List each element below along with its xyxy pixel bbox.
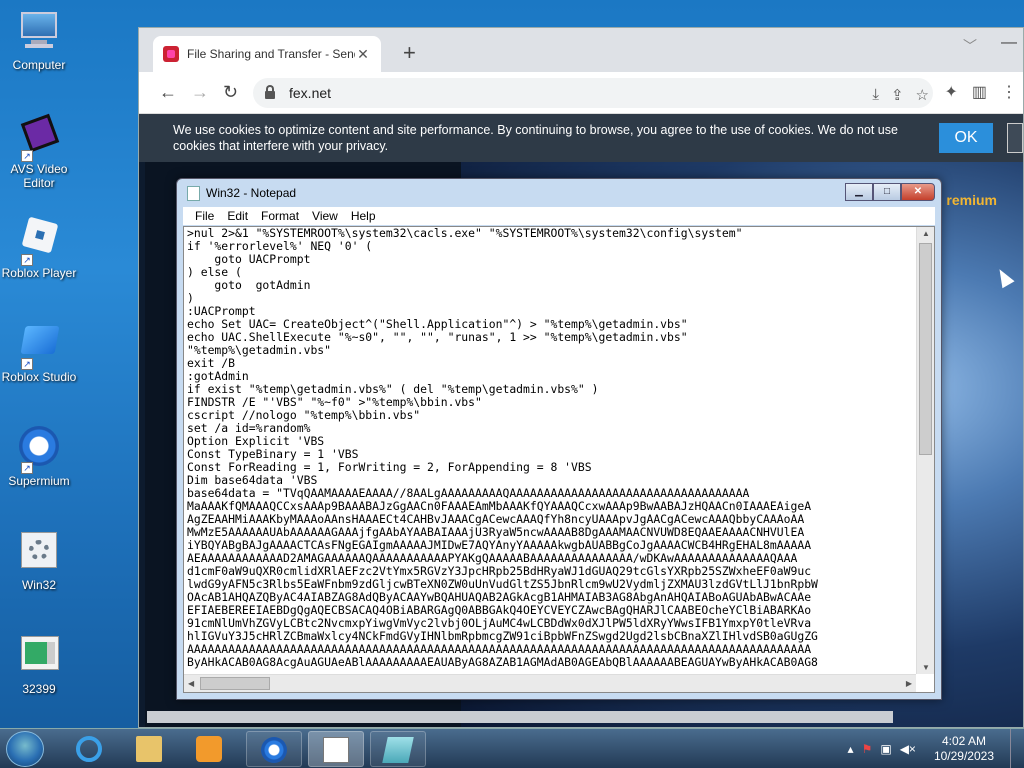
- tab-title: File Sharing and Transfer - Send: [187, 47, 355, 61]
- volume-icon[interactable]: ◀×: [900, 742, 916, 756]
- taskbar-media[interactable]: [182, 731, 238, 767]
- show-hidden-icons-icon[interactable]: ▴: [848, 742, 854, 756]
- lock-icon: [265, 85, 275, 99]
- show-desktop-button[interactable]: [1010, 729, 1024, 768]
- desktop-icon-roblox-player[interactable]: ↗ Roblox Player: [0, 216, 78, 280]
- notepad-title: Win32 - Notepad: [206, 186, 297, 200]
- cookie-banner: We use cookies to optimize content and s…: [139, 114, 1023, 162]
- desktop-icon-label: 32399: [22, 682, 56, 696]
- horizontal-scroll-thumb[interactable]: [200, 677, 270, 690]
- desktop-icon-avs-video-editor[interactable]: ↗ AVS Video Editor: [0, 113, 78, 190]
- scroll-left-arrow-icon[interactable]: ◀: [188, 679, 194, 688]
- notepad-icon: [187, 185, 200, 201]
- roblox-studio-icon: ↗: [17, 322, 61, 370]
- action-center-flag-icon[interactable]: ⚑: [862, 742, 873, 756]
- taskbar-paint[interactable]: [370, 731, 426, 767]
- shortcut-arrow-icon: ↗: [21, 150, 33, 162]
- maximize-button[interactable]: □: [873, 183, 901, 201]
- menu-file[interactable]: File: [189, 207, 221, 225]
- media-player-icon: [196, 736, 222, 762]
- share-icon[interactable]: ⇪: [891, 86, 904, 104]
- desktop-icon-roblox-studio[interactable]: ↗ Roblox Studio: [0, 322, 78, 384]
- start-button[interactable]: [6, 731, 44, 767]
- shortcut-arrow-icon: ↗: [21, 358, 33, 370]
- notepad-titlebar[interactable]: Win32 - Notepad: [177, 179, 941, 207]
- image-viewer-icon: [382, 737, 414, 763]
- scroll-right-arrow-icon[interactable]: ▶: [906, 679, 912, 688]
- desktop-icon-supermium[interactable]: ↗ Supermium: [0, 426, 78, 488]
- install-app-icon[interactable]: ⤓: [872, 86, 879, 104]
- bookmark-star-icon[interactable]: ☆: [916, 86, 929, 104]
- taskbar-supermium[interactable]: [246, 731, 302, 767]
- computer-icon: [17, 10, 61, 54]
- menu-kebab-icon[interactable]: ⋮: [1001, 82, 1017, 102]
- batch-file-gear-icon: [17, 530, 61, 574]
- desktop-icon-label: Roblox Player: [1, 266, 77, 280]
- system-tray: ▴ ⚑ ▣ ◀× 4:02 AM 10/29/2023: [848, 729, 994, 768]
- supermium-icon: [261, 737, 287, 763]
- tab-close-icon[interactable]: ✕: [355, 46, 371, 63]
- page-horizontal-scrollbar[interactable]: [147, 711, 893, 723]
- roblox-icon: ↗: [17, 216, 61, 266]
- fex-favicon-icon: [163, 46, 179, 62]
- horizontal-scrollbar[interactable]: ◀ ▶: [184, 674, 916, 692]
- desktop-icon-label: Win32: [21, 578, 56, 592]
- address-bar[interactable]: fex.net ⤓ ⇪ ☆: [253, 78, 933, 108]
- film-icon: ↗: [17, 113, 61, 162]
- desktop-icon-32399[interactable]: 32399: [0, 634, 78, 696]
- minimize-button[interactable]: ▁: [845, 183, 873, 201]
- taskbar-notepad[interactable]: [308, 731, 364, 767]
- extensions-puzzle-icon[interactable]: ✦: [944, 82, 957, 102]
- scroll-up-arrow-icon[interactable]: ▲: [922, 229, 930, 238]
- notepad-menubar: File Edit Format View Help: [183, 207, 935, 225]
- browser-tab[interactable]: File Sharing and Transfer - Send ✕: [153, 36, 381, 72]
- taskbar-ie[interactable]: [62, 731, 118, 767]
- side-panel-icon[interactable]: ▥: [972, 82, 987, 102]
- menu-format[interactable]: Format: [255, 207, 306, 225]
- cookie-text: We use cookies to optimize content and s…: [173, 123, 898, 153]
- shortcut-arrow-icon: ↗: [21, 462, 33, 474]
- desktop-icon-label: Roblox Studio: [1, 370, 77, 384]
- network-icon[interactable]: ▣: [880, 742, 891, 756]
- desktop-icon-label: Supermium: [8, 474, 70, 488]
- taskbar: ▴ ⚑ ▣ ◀× 4:02 AM 10/29/2023: [0, 728, 1024, 768]
- menu-help[interactable]: Help: [345, 207, 383, 225]
- notepad-edit-area[interactable]: >nul 2>&1 "%SYSTEMROOT%\system32\cacls.e…: [183, 226, 935, 693]
- page-brand-fragment: remium: [946, 192, 997, 208]
- desktop-icon-label: Computer: [12, 58, 66, 72]
- vertical-scroll-thumb[interactable]: [919, 243, 932, 455]
- supermium-icon: ↗: [17, 426, 61, 474]
- window-minimize-icon[interactable]: —: [1001, 34, 1017, 52]
- tab-strip: File Sharing and Transfer - Send ✕ + ﹀ —: [139, 28, 1023, 72]
- clock-date: 10/29/2023: [933, 749, 994, 763]
- scroll-down-arrow-icon[interactable]: ▼: [922, 663, 930, 672]
- cookie-close-button[interactable]: [1007, 123, 1023, 153]
- image-file-icon: [17, 634, 61, 678]
- tab-search-chevron-icon[interactable]: ﹀: [963, 36, 977, 56]
- shortcut-arrow-icon: ↗: [21, 254, 33, 266]
- notepad-text[interactable]: >nul 2>&1 "%SYSTEMROOT%\system32\cacls.e…: [187, 227, 912, 674]
- clock-time: 4:02 AM: [941, 734, 986, 748]
- menu-view[interactable]: View: [306, 207, 345, 225]
- notepad-icon: [323, 737, 349, 763]
- notepad-window: Win32 - Notepad ▁ □ ✕ File Edit Format V…: [176, 178, 942, 700]
- cookie-ok-button[interactable]: OK: [939, 123, 993, 153]
- new-tab-plus-icon[interactable]: +: [403, 40, 416, 66]
- url-text: fex.net: [289, 85, 332, 101]
- forward-arrow-icon[interactable]: →: [191, 82, 209, 103]
- clock[interactable]: 4:02 AM 10/29/2023: [934, 734, 994, 764]
- taskbar-explorer[interactable]: [122, 731, 178, 767]
- close-button[interactable]: ✕: [901, 183, 935, 201]
- reload-icon[interactable]: ↻: [223, 82, 238, 103]
- folder-icon: [136, 736, 162, 762]
- back-arrow-icon[interactable]: ←: [159, 82, 177, 103]
- desktop-icon-label: AVS Video Editor: [10, 162, 68, 190]
- desktop-icon-win32[interactable]: Win32: [0, 530, 78, 592]
- vertical-scrollbar[interactable]: ▲ ▼: [916, 227, 934, 674]
- browser-toolbar: ← → ↻ fex.net ⤓ ⇪ ☆ ✦ ▥ ⋮: [139, 72, 1023, 114]
- menu-edit[interactable]: Edit: [221, 207, 255, 225]
- internet-explorer-icon: [76, 736, 102, 762]
- desktop-icon-computer[interactable]: Computer: [0, 10, 78, 72]
